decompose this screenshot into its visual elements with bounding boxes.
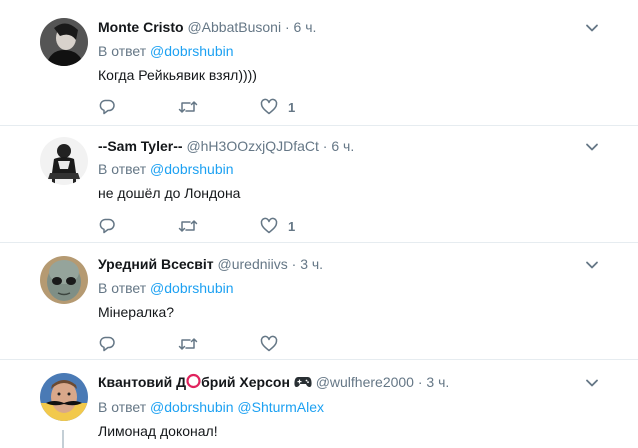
like-button[interactable] [260,335,288,353]
user-avatar[interactable] [40,373,88,421]
more-options-chevron-icon[interactable] [584,375,600,391]
like-count: 1 [288,99,296,115]
tweet-timestamp[interactable]: 3 ч. [426,374,449,390]
thread-connector-line [62,430,64,448]
retweet-button[interactable] [178,98,198,116]
tweet-4[interactable]: Квантовий Д брий Херсон @wulfhere2000 · 3… [0,361,638,448]
tweet-header: Monte Cristo @AbbatBusoni · 6 ч. [98,18,316,36]
retweet-button[interactable] [178,217,198,235]
user-avatar[interactable] [40,137,88,185]
tweet-text: Лимонад доконал! [98,423,218,439]
reply-context: В ответ @dobrshubin [98,160,234,178]
red-circle-icon [186,373,201,393]
display-name[interactable]: Квантовий Д брий Херсон [98,373,290,393]
separator-dot: · [322,138,328,154]
reply-context: В ответ @dobrshubin [98,279,234,297]
gamepad-icon [294,375,312,393]
mention-link[interactable]: @ShturmAlex [237,399,324,415]
heart-icon [260,98,278,115]
mustache-avatar-icon [40,373,88,421]
tweet-header: Квантовий Д брий Херсон @wulfhere2000 · 3… [98,373,449,391]
display-name-part: брий Херсон [201,374,290,390]
tweet-3[interactable]: Уредний Всесвіт @uredniivs · 3 ч. В отве… [0,244,638,360]
user-handle[interactable]: @uredniivs [218,256,288,272]
reply-button[interactable] [98,335,116,353]
reply-prefix: В ответ [98,43,147,59]
tweet-1[interactable]: Monte Cristo @AbbatBusoni · 6 ч. В ответ… [0,0,638,126]
more-options-chevron-icon[interactable] [584,257,600,273]
user-handle[interactable]: @hH3OOzxjQJDfaCt [186,138,318,154]
like-button[interactable]: 1 [260,217,295,235]
retweet-icon [178,220,198,232]
more-options-chevron-icon[interactable] [584,20,600,36]
tweet-timestamp[interactable]: 6 ч. [331,138,354,154]
mention-link[interactable]: @dobrshubin [150,43,234,59]
tweet-2[interactable]: --Sam Tyler-- @hH3OOzxjQJDfaCt · 6 ч. В … [0,127,638,243]
mention-link[interactable]: @dobrshubin [150,161,234,177]
like-button[interactable]: 1 [260,98,295,116]
reply-prefix: В ответ [98,399,147,415]
tweet-timestamp[interactable]: 3 ч. [300,256,323,272]
display-name[interactable]: Уредний Всесвіт [98,256,214,272]
reply-prefix: В ответ [98,280,147,296]
reply-icon [99,99,115,115]
reply-prefix: В ответ [98,161,147,177]
user-handle[interactable]: @AbbatBusoni [187,19,281,35]
more-options-chevron-icon[interactable] [584,139,600,155]
heart-icon [260,217,278,234]
sitting-man-avatar-icon [40,137,88,185]
mention-link[interactable]: @dobrshubin [150,399,234,415]
display-name-part: Квантовий Д [98,374,187,390]
tweet-timestamp[interactable]: 6 ч. [294,19,317,35]
reply-button[interactable] [98,217,116,235]
reply-icon [99,218,115,234]
dark-figure-avatar-icon [40,18,88,66]
retweet-icon [178,101,198,113]
retweet-icon [178,338,198,350]
tweet-header: Уредний Всесвіт @uredniivs · 3 ч. [98,255,323,273]
reply-icon [99,336,115,352]
like-count: 1 [288,218,296,234]
display-name[interactable]: Monte Cristo [98,19,184,35]
tweet-text: Мінералка? [98,304,175,320]
separator-dot: · [417,374,423,390]
reply-context: В ответ @dobrshubin [98,42,234,60]
retweet-button[interactable] [178,335,198,353]
display-name[interactable]: --Sam Tyler-- [98,138,183,154]
separator-dot: · [291,256,297,272]
tweet-text: не дошёл до Лондона [98,185,241,201]
separator-dot: · [284,19,290,35]
mention-link[interactable]: @dobrshubin [150,280,234,296]
reply-context: В ответ @dobrshubin @ShturmAlex [98,398,324,416]
alien-avatar-icon [40,256,88,304]
tweet-header: --Sam Tyler-- @hH3OOzxjQJDfaCt · 6 ч. [98,137,354,155]
user-avatar[interactable] [40,256,88,304]
heart-icon [260,335,278,352]
user-avatar[interactable] [40,18,88,66]
user-handle[interactable]: @wulfhere2000 [316,374,414,390]
reply-button[interactable] [98,98,116,116]
tweet-text: Когда Рейкьявик взял)))) [98,67,257,83]
